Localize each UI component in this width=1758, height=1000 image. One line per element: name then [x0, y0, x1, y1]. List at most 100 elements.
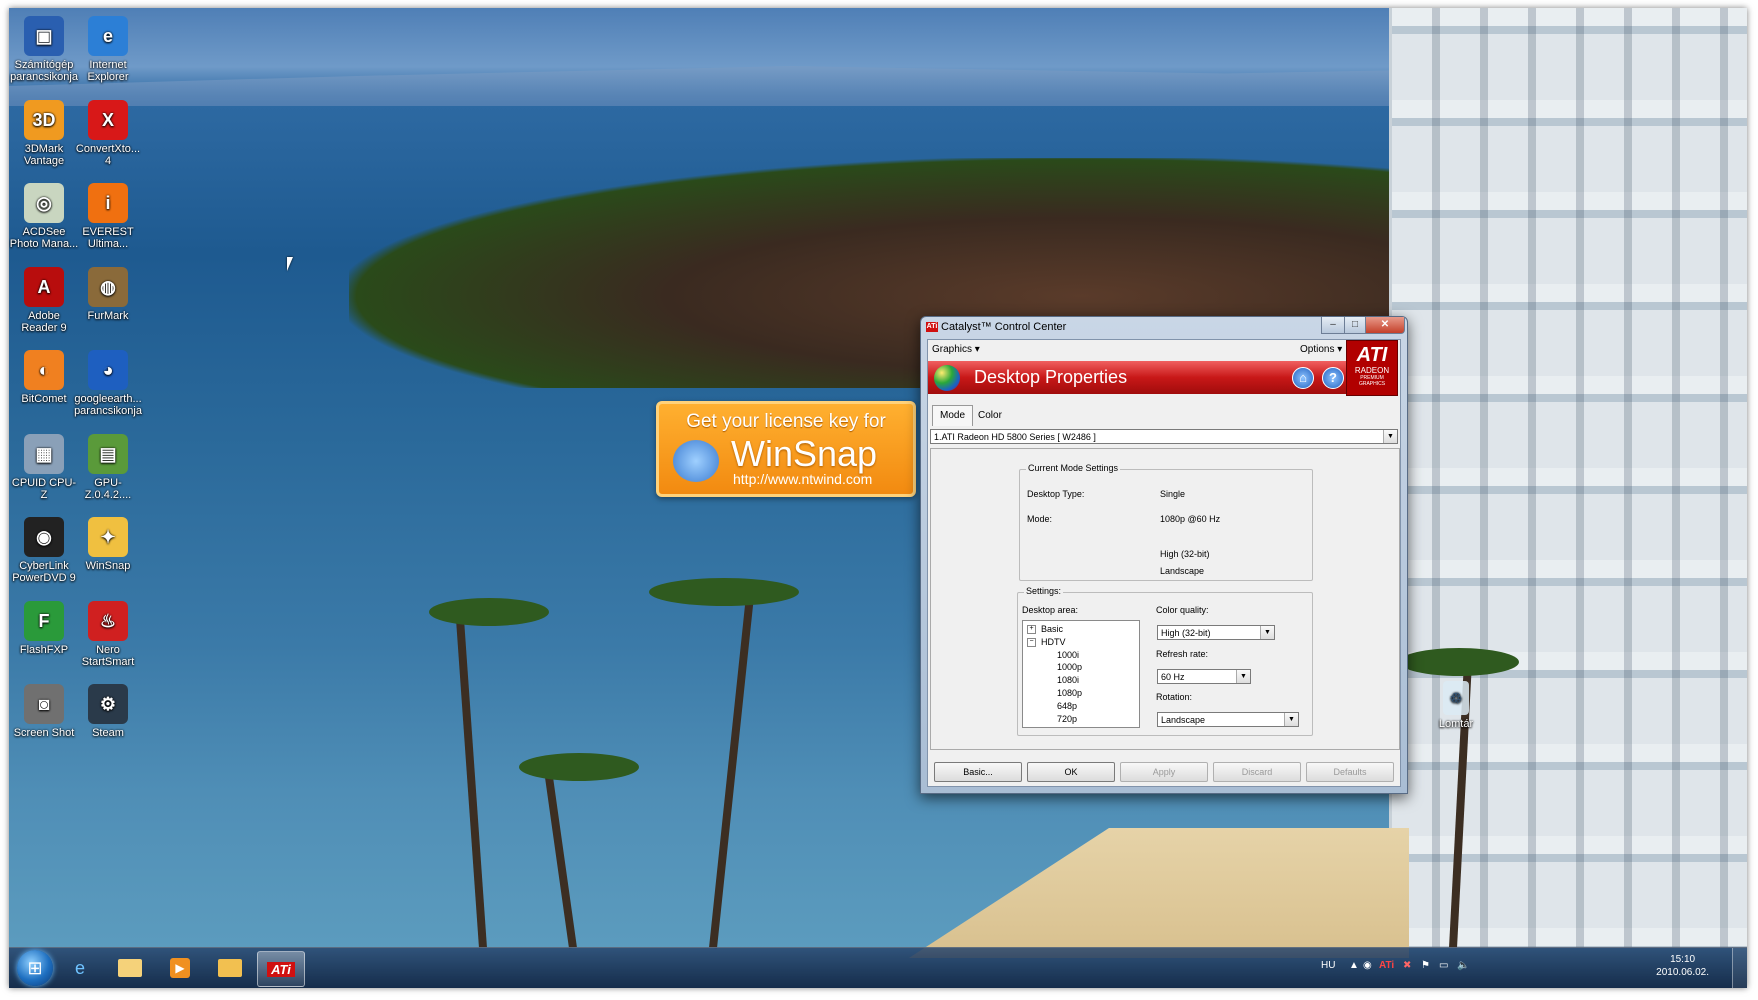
recycle-bin[interactable]: ♲ Lomtár: [1421, 681, 1491, 730]
rotation-current-value: Landscape: [1160, 566, 1205, 576]
tree-item[interactable]: + Basic: [1027, 624, 1063, 635]
maximize-button[interactable]: □: [1344, 317, 1366, 334]
chevron-down-icon: ▼: [1236, 670, 1250, 683]
tab-mode[interactable]: Mode: [932, 405, 974, 426]
tray-security-icon[interactable]: ✖: [1403, 960, 1411, 971]
tray-ati-icon[interactable]: ATi: [1379, 960, 1394, 971]
hotel-building: [1389, 8, 1747, 948]
defaults-button[interactable]: Defaults: [1306, 762, 1394, 782]
desktop-icon[interactable]: ▣ Számítógép parancsikonja: [9, 16, 79, 83]
tree-item[interactable]: 720p: [1057, 714, 1077, 724]
explorer-folder-icon: [118, 959, 142, 977]
taskbar-ati-catalyst[interactable]: ATi: [257, 951, 305, 987]
recycle-bin-icon: ♲: [1443, 681, 1469, 715]
tree-item-label: 1080i: [1057, 675, 1080, 686]
discard-button[interactable]: Discard: [1213, 762, 1301, 782]
action-center-flag-icon[interactable]: ⚑: [1421, 960, 1430, 971]
basic-button[interactable]: Basic...: [934, 762, 1022, 782]
ati-catalyst-icon: ATi: [267, 961, 295, 977]
refresh-rate-select[interactable]: 60 Hz ▼: [1157, 669, 1251, 684]
desktop-icon[interactable]: X ConvertXto... 4: [73, 99, 143, 167]
steam-icon: ⚙: [88, 684, 128, 724]
desktop-icon-label: googleearth... parancsikonja: [74, 393, 142, 417]
desktop-icon[interactable]: ◍ FurMark: [73, 266, 143, 322]
desktop-area-tree[interactable]: + Basic − HDTV 1000i 1000p 1080i 1080p 648p 720p: [1022, 620, 1140, 728]
promo-url[interactable]: http://www.ntwind.com: [733, 471, 872, 487]
winsnap-promo-banner[interactable]: Get your license key for WinSnap http://…: [656, 401, 916, 497]
desktop-icon[interactable]: ◎ ACDSee Photo Mana...: [9, 183, 79, 250]
cpuz-icon: ▦: [24, 433, 64, 474]
ok-button[interactable]: OK: [1027, 762, 1115, 782]
desktop-icon-label: ACDSee Photo Mana...: [9, 226, 79, 250]
chevron-down-icon: ▼: [1260, 626, 1274, 639]
minimize-button[interactable]: –: [1321, 317, 1345, 334]
desktop-icon[interactable]: i EVEREST Ultima...: [73, 183, 143, 250]
promo-headline: Get your license key for: [686, 411, 886, 432]
desktop-icon[interactable]: ▤ GPU-Z.0.4.2....: [73, 433, 143, 501]
catalyst-control-center-window[interactable]: ATi Catalyst™ Control Center – □ ✕ Graph…: [920, 316, 1408, 794]
everest-icon: i: [88, 183, 128, 223]
expand-icon[interactable]: +: [1027, 625, 1036, 635]
tree-item[interactable]: 1080p: [1057, 688, 1082, 698]
current-mode-legend: Current Mode Settings: [1026, 463, 1121, 473]
tab-color[interactable]: Color: [970, 405, 1010, 426]
google-earth-icon: ◕: [88, 350, 128, 390]
page-title: Desktop Properties: [974, 367, 1128, 387]
tree-item[interactable]: 1000p: [1057, 662, 1082, 672]
taskbar-explorer[interactable]: [107, 951, 153, 985]
collapse-icon[interactable]: −: [1027, 637, 1036, 647]
logo-brand: ATI: [1356, 344, 1388, 366]
palm-tree: [455, 618, 487, 949]
desktop-icon[interactable]: ◙ Screen Shot: [9, 684, 79, 739]
start-button[interactable]: ⊞: [17, 950, 53, 986]
logo-line2: RADEON: [1354, 366, 1390, 375]
tree-item-label: 1000p: [1057, 662, 1083, 673]
desktop-icon[interactable]: ♨ Nero StartSmart: [73, 600, 143, 668]
tree-item[interactable]: − HDTV: [1027, 637, 1066, 647]
taskbar-media-player[interactable]: ▶: [157, 951, 203, 985]
desktop-icon[interactable]: ◐ BitComet: [9, 350, 79, 405]
tree-item[interactable]: 1000i: [1057, 650, 1079, 660]
help-icon[interactable]: ?: [1322, 367, 1344, 389]
desktop-icon[interactable]: F FlashFXP: [9, 600, 79, 656]
options-menu[interactable]: Options ▾: [1300, 344, 1342, 355]
tree-item-label: 1080p: [1057, 688, 1083, 698]
language-indicator[interactable]: HU: [1321, 960, 1335, 971]
volume-icon[interactable]: 🔈: [1457, 960, 1469, 971]
internet-explorer-icon: e: [74, 957, 85, 978]
color-quality-value: High (32-bit): [1161, 628, 1211, 638]
internet-explorer-icon: e: [88, 16, 128, 56]
graphics-menu[interactable]: Graphics ▾: [932, 344, 980, 355]
taskbar-mail[interactable]: [207, 951, 253, 985]
network-icon[interactable]: ▭: [1439, 960, 1448, 971]
desktop-icon[interactable]: ⚙ Steam: [73, 684, 143, 739]
apply-button[interactable]: Apply: [1120, 762, 1208, 782]
tree-item[interactable]: 1080i: [1057, 675, 1079, 685]
desktop-icon[interactable]: ✦ WinSnap: [73, 517, 143, 572]
home-icon[interactable]: ⌂: [1292, 367, 1314, 389]
show-hidden-icons[interactable]: ▲: [1349, 960, 1359, 971]
desktop-icon[interactable]: A Adobe Reader 9: [9, 266, 79, 334]
color-quality-select[interactable]: High (32-bit) ▼: [1157, 625, 1275, 640]
desktop-icon[interactable]: 3D 3DMark Vantage: [9, 99, 79, 167]
taskbar-internet-explorer[interactable]: e: [57, 951, 103, 985]
clock[interactable]: 15:10 2010.06.02.: [1656, 953, 1709, 979]
desktop-icon[interactable]: ▦ CPUID CPU-Z: [9, 433, 79, 501]
show-desktop-button[interactable]: [1732, 948, 1747, 988]
refresh-rate-value: 60 Hz: [1161, 672, 1185, 682]
current-mode-group: Current Mode Settings Desktop Type: Sing…: [1019, 463, 1313, 581]
desktop-icon[interactable]: e Internet Explorer: [73, 16, 143, 83]
desktop-icon[interactable]: ◕ googleearth... parancsikonja: [73, 350, 143, 417]
ati-app-icon: ATi: [926, 322, 938, 332]
window-client-area: Graphics ▾ Options ▾ Desktop Properties …: [927, 339, 1401, 787]
desktop-icon[interactable]: ◉ CyberLink PowerDVD 9: [9, 517, 79, 584]
tray-app-icon[interactable]: ◉: [1363, 960, 1372, 971]
close-button[interactable]: ✕: [1365, 317, 1405, 334]
tree-item[interactable]: 648p: [1057, 701, 1077, 711]
window-titlebar[interactable]: ATi Catalyst™ Control Center – □ ✕: [921, 317, 1407, 339]
rotation-select[interactable]: Landscape ▼: [1157, 712, 1299, 727]
tree-item-label: 1000i: [1057, 649, 1080, 660]
desktop-icon-label: 3DMark Vantage: [23, 142, 65, 167]
display-select[interactable]: 1.ATI Radeon HD 5800 Series [ W2486 ] ▼: [930, 429, 1398, 444]
desktop-properties-icon: [934, 365, 960, 391]
